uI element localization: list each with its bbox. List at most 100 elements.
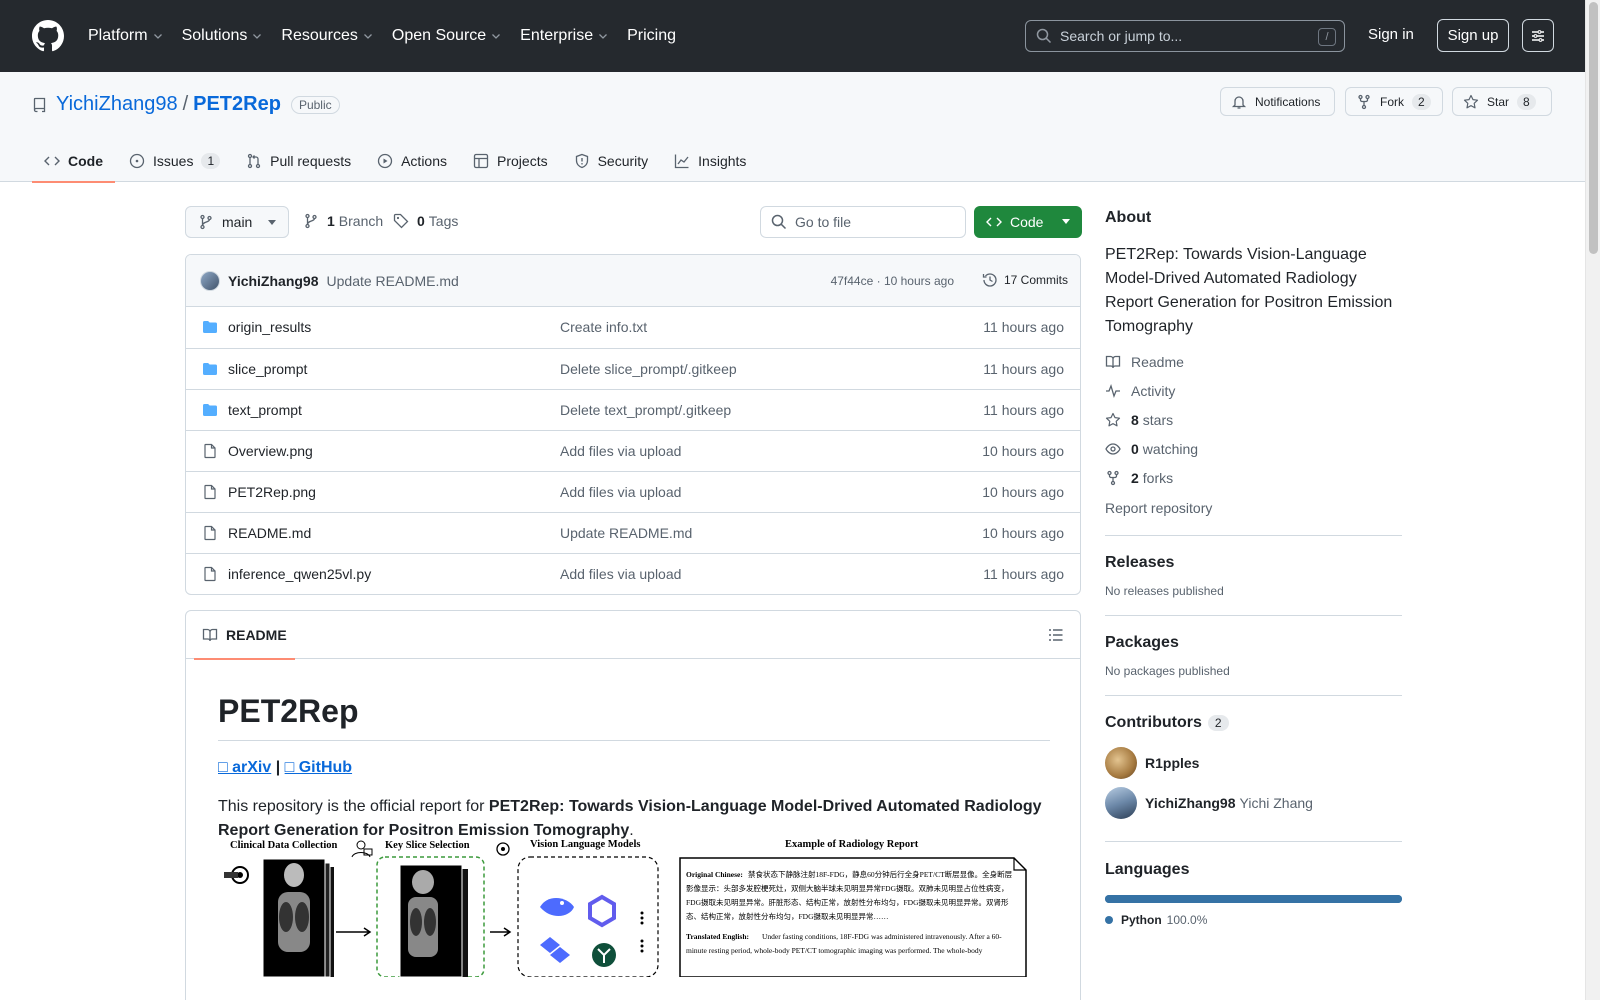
commit-author-link[interactable]: YichiZhang98 (228, 273, 319, 289)
pulse-icon (1106, 384, 1120, 398)
file-commit-message-link[interactable]: Add files via upload (560, 566, 681, 582)
file-commit-message-link[interactable]: Delete slice_prompt/.gitkeep (560, 361, 737, 377)
figure-label-selection: Key Slice Selection (385, 840, 470, 851)
shield-icon (575, 153, 588, 169)
watching-link[interactable]: 0 watching (1105, 440, 1402, 458)
packages-empty-text: No packages published (1105, 664, 1230, 678)
report-repository-link[interactable]: Report repository (1105, 499, 1402, 517)
bell-icon (1231, 95, 1247, 109)
file-commit-message-link[interactable]: Add files via upload (560, 484, 681, 500)
language-color-dot (1105, 916, 1113, 924)
language-item[interactable]: Python 100.0% (1105, 913, 1402, 927)
notifications-button[interactable]: Notifications (1220, 87, 1335, 116)
file-name-link[interactable]: inference_qwen25vl.py (228, 566, 371, 582)
file-row[interactable]: text_prompt Delete text_prompt/.gitkeep 11… (186, 389, 1080, 430)
contributor-full-name: Yichi Zhang (1239, 795, 1313, 811)
nav-solutions[interactable]: Solutions (182, 27, 264, 45)
avatar[interactable] (200, 270, 220, 291)
page-scrollbar[interactable] (1585, 0, 1600, 1000)
play-icon (377, 153, 393, 169)
contributors-heading[interactable]: Contributors 2 (1105, 714, 1402, 732)
file-row[interactable]: PET2Rep.png Add files via upload 10 hours … (186, 471, 1080, 512)
scrollbar-thumb[interactable] (1589, 2, 1598, 254)
branch-selector[interactable]: main (185, 206, 289, 238)
commits-history-link[interactable]: 17 Commits (982, 272, 1068, 288)
settings-menu-button[interactable] (1522, 19, 1554, 52)
outline-toggle-button[interactable] (1048, 627, 1064, 643)
file-commit-message-link[interactable]: Delete text_prompt/.gitkeep (560, 402, 731, 418)
nav-platform[interactable]: Platform (88, 27, 164, 45)
branches-link[interactable]: 1 Branch (303, 213, 383, 229)
more-dots-icon (640, 911, 644, 953)
tab-issues[interactable]: Issues 1 (117, 140, 232, 182)
file-name-link[interactable]: Overview.png (228, 443, 313, 459)
file-commit-message-link[interactable]: Create info.txt (560, 319, 647, 335)
tab-security[interactable]: Security (562, 140, 661, 182)
tab-projects[interactable]: Projects (461, 140, 560, 182)
sign-in-link[interactable]: Sign in (1368, 26, 1414, 43)
nav-resources[interactable]: Resources (281, 27, 373, 45)
commit-hash-time[interactable]: 47f44ce · 10 hours ago (831, 274, 954, 288)
arxiv-link[interactable]: □ arXiv (218, 759, 271, 776)
contributor-item[interactable]: YichiZhang98 Yichi Zhang (1105, 787, 1402, 819)
book-icon (1105, 355, 1121, 369)
sign-up-button[interactable]: Sign up (1437, 19, 1509, 52)
file-row[interactable]: inference_qwen25vl.py Add files via uploa… (186, 553, 1080, 594)
activity-link[interactable]: Activity (1105, 382, 1402, 400)
model-circle-logo-icon (592, 943, 616, 967)
commit-message-link[interactable]: Update README.md (327, 273, 459, 289)
book-icon (202, 628, 218, 642)
about-description: PET2Rep: Towards Vision-Language Model-D… (1105, 246, 1393, 335)
table-icon (473, 153, 489, 169)
file-name-link[interactable]: slice_prompt (228, 361, 307, 377)
file-row[interactable]: slice_prompt Delete slice_prompt/.gitkeep… (186, 348, 1080, 389)
star-label: Star (1487, 94, 1510, 109)
repo-owner-link[interactable]: YichiZhang98 (56, 93, 178, 116)
fork-button[interactable]: Fork 2 (1345, 87, 1443, 116)
releases-heading[interactable]: Releases (1105, 554, 1402, 572)
file-commit-message-link[interactable]: Update README.md (560, 525, 692, 541)
star-button[interactable]: Star 8 (1452, 87, 1552, 116)
file-row[interactable]: origin_results Create info.txt 11 hours ag… (186, 307, 1080, 348)
tab-actions[interactable]: Actions (365, 140, 459, 182)
nav-open-source[interactable]: Open Source (392, 27, 502, 45)
file-name-link[interactable]: PET2Rep.png (228, 484, 316, 500)
avatar[interactable] (1105, 787, 1137, 819)
folder-icon (203, 321, 217, 333)
repo-name-link[interactable]: PET2Rep (193, 93, 281, 116)
readme-intro: This repository is the official report f… (218, 795, 1050, 843)
tab-pull-requests[interactable]: Pull requests (234, 140, 363, 182)
readme-tab[interactable]: README (194, 611, 295, 660)
readme-link-label: Readme (1131, 354, 1184, 370)
nav-enterprise[interactable]: Enterprise (520, 27, 609, 45)
contributor-item[interactable]: R1pples (1105, 747, 1402, 779)
forks-link[interactable]: 2 forks (1105, 469, 1402, 487)
code-dropdown-button[interactable]: Code (974, 206, 1082, 238)
stars-link[interactable]: 8 stars (1105, 411, 1402, 429)
avatar[interactable] (1105, 747, 1137, 779)
file-commit-message-link[interactable]: Add files via upload (560, 443, 681, 459)
packages-heading[interactable]: Packages (1105, 634, 1402, 652)
report-original-label: Original Chinese: (686, 870, 743, 879)
go-to-file-input[interactable]: Go to file (760, 206, 966, 238)
file-row[interactable]: Overview.png Add files via upload 10 hours… (186, 430, 1080, 471)
graph-icon (675, 154, 689, 169)
file-type-icon (202, 525, 218, 541)
file-name-link[interactable]: text_prompt (228, 402, 302, 418)
caret-down-icon (1062, 219, 1070, 224)
global-search-input[interactable]: Search or jump to... / (1025, 20, 1345, 52)
github-link[interactable]: □ GitHub (285, 759, 352, 776)
chevron-down-icon (492, 34, 501, 39)
file-name-link[interactable]: README.md (228, 525, 311, 541)
repo-sidebar: About PET2Rep: Towards Vision-Language M… (1105, 206, 1402, 927)
github-logo-icon[interactable] (32, 20, 64, 52)
tab-insights[interactable]: Insights (662, 140, 758, 182)
file-row[interactable]: README.md Update README.md 10 hours ago (186, 512, 1080, 553)
tab-code[interactable]: Code (32, 140, 115, 183)
file-name-link[interactable]: origin_results (228, 319, 311, 335)
file-type-icon (202, 566, 218, 582)
readme-link[interactable]: Readme (1105, 353, 1402, 371)
tags-link[interactable]: 0 Tags (393, 213, 458, 229)
folder-icon (203, 363, 217, 375)
nav-pricing[interactable]: Pricing (627, 27, 676, 45)
